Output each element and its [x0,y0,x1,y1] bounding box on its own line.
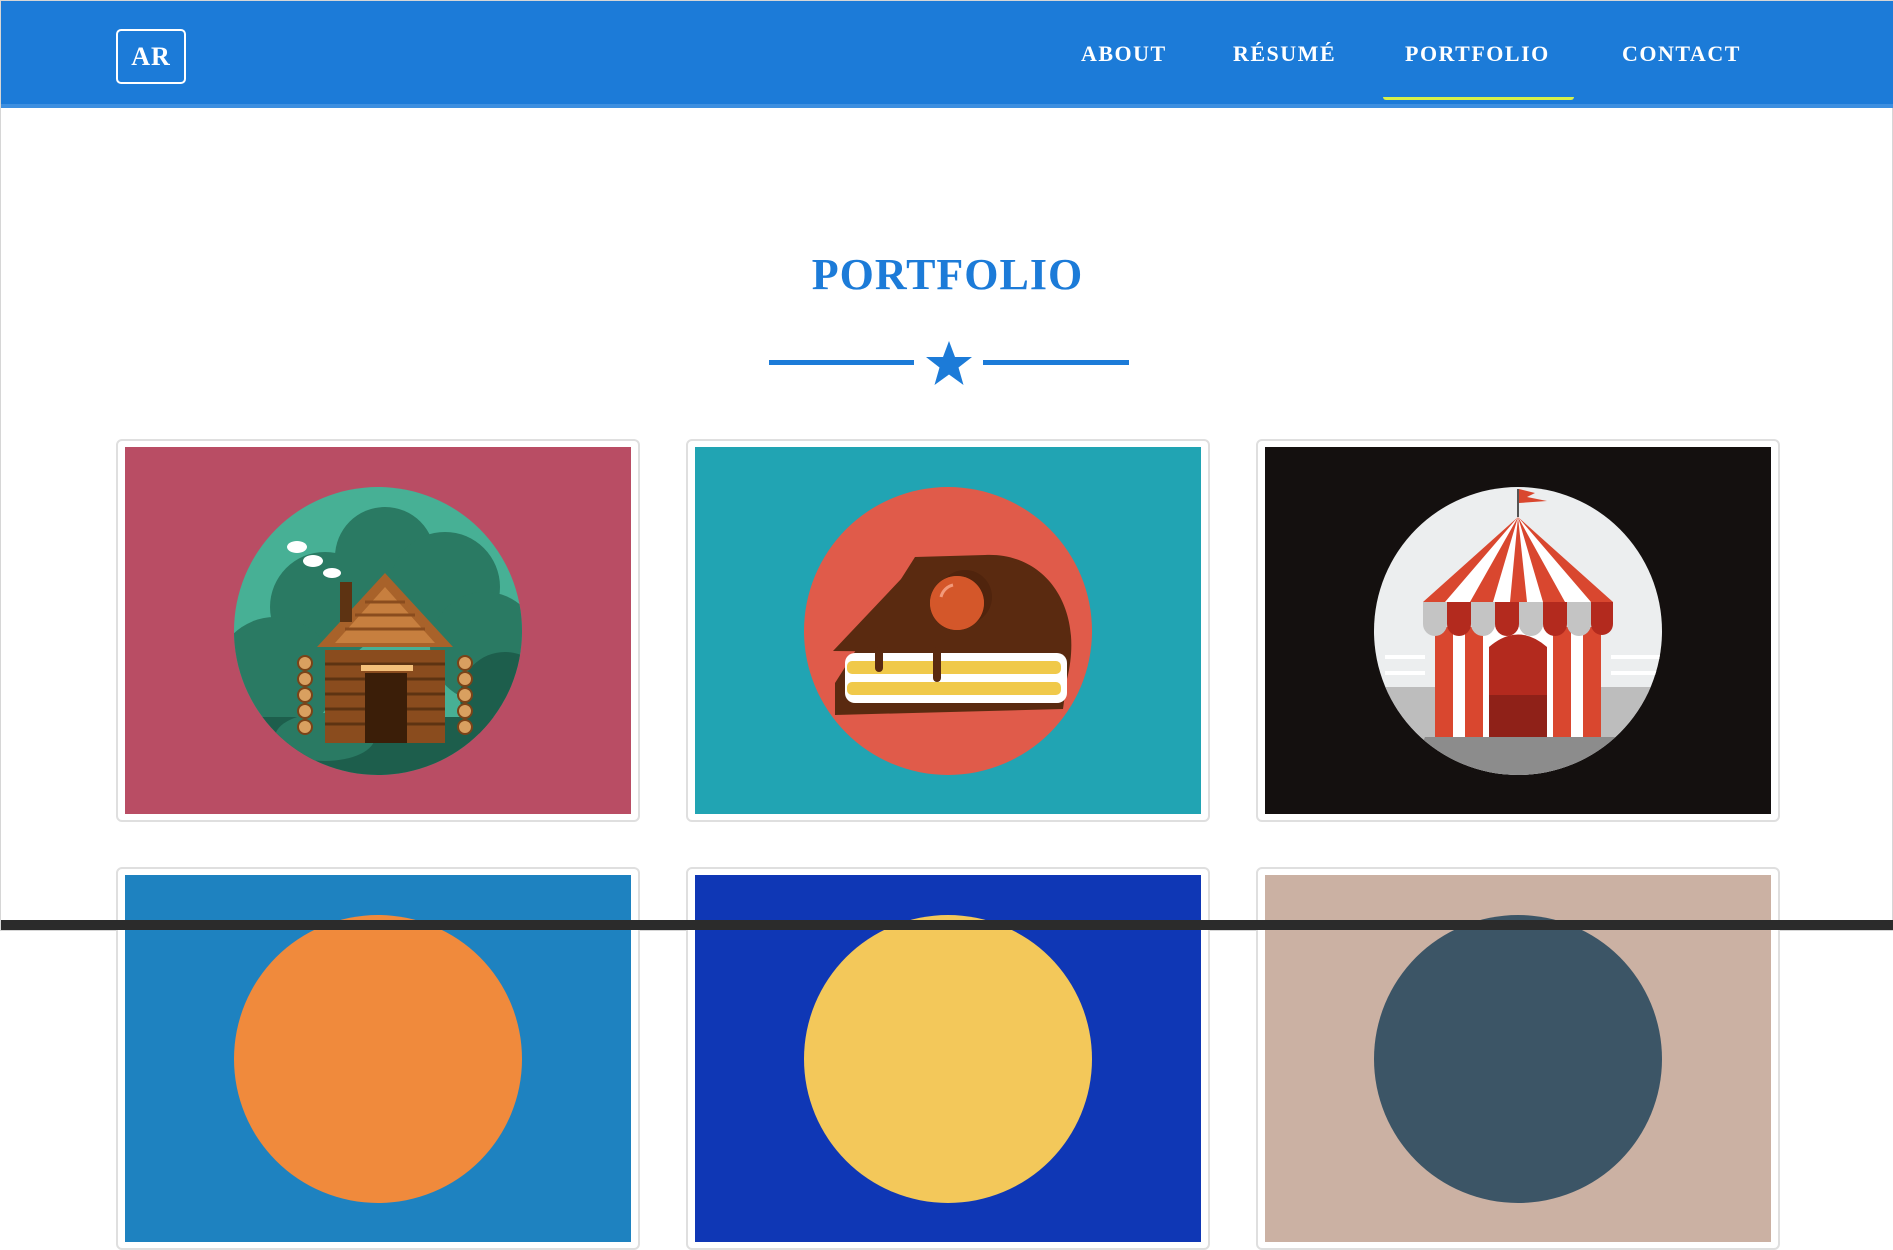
portfolio-thumbnail [125,447,631,814]
thumbnail-art [234,915,522,1203]
nav-link-about[interactable]: ABOUT [1081,41,1167,67]
nav-link-resume[interactable]: RÉSUMÉ [1233,41,1336,67]
divider-line-left [769,360,914,365]
portfolio-item-cabin[interactable] [116,439,640,822]
portfolio-item-circus[interactable] [1256,439,1780,822]
circus-tent-icon [1265,447,1771,814]
navbar: AR ABOUT RÉSUMÉ PORTFOLIO CONTACT [1,1,1893,108]
divider-line-right [983,360,1129,365]
section-title: PORTFOLIO [811,250,1084,299]
nav-link-contact[interactable]: CONTACT [1622,41,1741,67]
star-icon [926,341,972,385]
thumbnail-art [804,915,1092,1203]
portfolio-thumbnail [125,875,631,1242]
brand-logo[interactable]: AR [116,29,186,84]
nav-link-portfolio[interactable]: PORTFOLIO [1383,41,1574,100]
thumbnail-art [1374,915,1662,1203]
portfolio-thumbnail [1265,875,1771,1242]
portfolio-thumbnail [1265,447,1771,814]
bottom-strip [1,920,1893,930]
portfolio-item-cake[interactable] [686,439,1210,822]
cake-icon [695,447,1201,814]
portfolio-thumbnail [695,875,1201,1242]
portfolio-thumbnail [695,447,1201,814]
cabin-icon [125,447,631,814]
